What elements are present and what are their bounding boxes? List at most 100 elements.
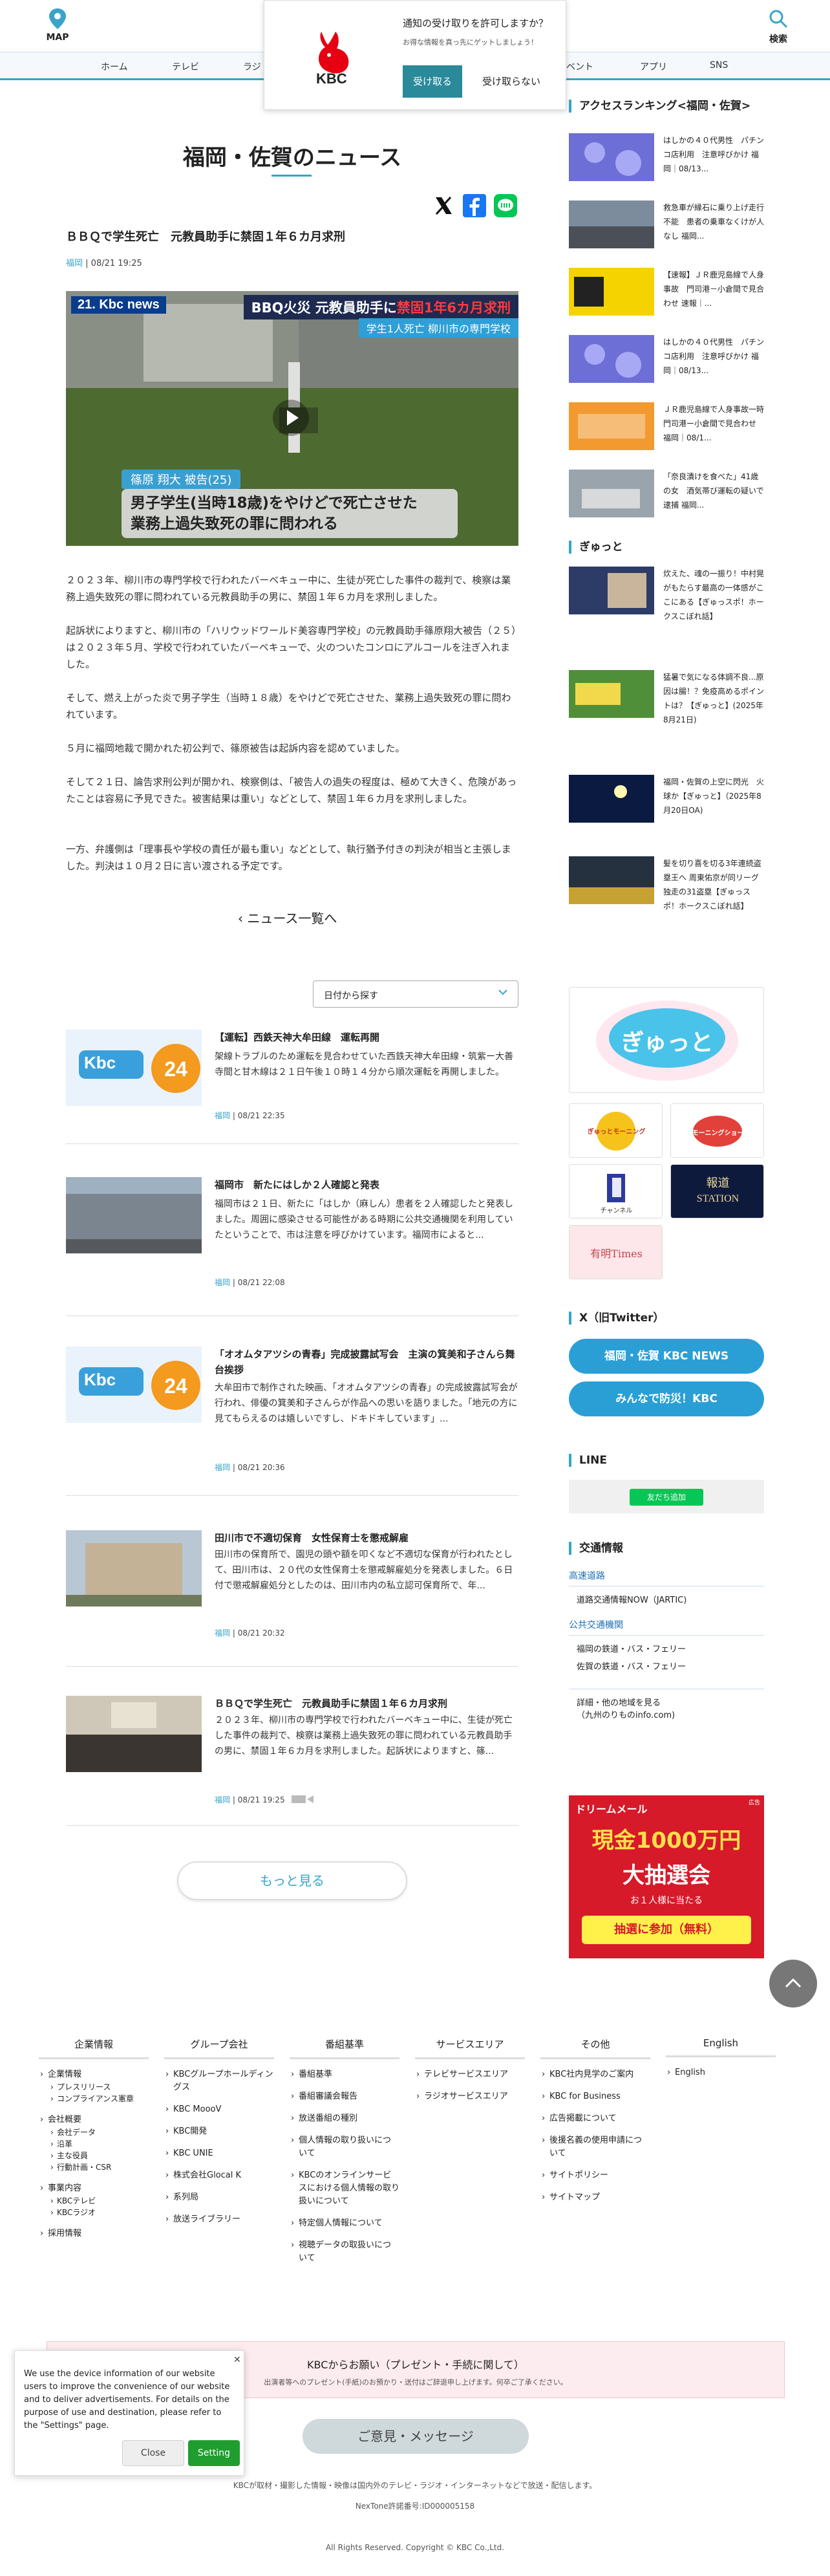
station-banner[interactable]: 報道 STATION <box>670 1164 764 1218</box>
article-paragraph: ５月に福岡地裁で開かれた初公判で、篠原被告は起訴内容を認めていました。 <box>66 742 405 754</box>
footer-sublink[interactable]: 沿革 <box>39 2138 149 2150</box>
line-add-friend-button[interactable]: 友だち追加 <box>630 1489 703 1506</box>
copyright: All Rights Reserved. Copyright © KBC Co.… <box>325 2543 505 2552</box>
news-category[interactable]: 福岡 <box>215 1795 230 1804</box>
traffic-other-link[interactable]: 詳細・他の地域を見る （九州のりものinfo.com) <box>569 1689 764 1720</box>
notify-deny-button[interactable]: 受け取らない <box>473 65 550 98</box>
cookie-setting-button[interactable]: Setting <box>188 2440 240 2466</box>
nav-app[interactable]: アプリ <box>640 60 667 73</box>
gyutto-item[interactable]: 福岡・佐賀の上空に閃光 火球か【ぎゅっと】（2025年8月20日OA) <box>569 775 764 829</box>
traffic-highway-link[interactable]: 道路交通情報NOW（JARTIC) <box>569 1593 764 1605</box>
nav-home[interactable]: ホーム <box>101 60 128 73</box>
ranking-item[interactable]: 「奈良漬けを食べた」41歳の女 酒気帯び運転の疑いで逮捕 福岡... <box>569 470 764 524</box>
footer-sublink[interactable]: 会社データ <box>39 2127 149 2138</box>
line-share-icon[interactable] <box>494 194 517 217</box>
footer-link[interactable]: KBC for Business <box>540 2090 650 2103</box>
ranking-item[interactable]: 【速報】ＪＲ鹿児島線で人身事故 門司港－小倉間で見合わせ 速報｜... <box>569 268 764 322</box>
gyutto-item[interactable]: 猛暑で気になる体調不良...原因は腸！？免疫高めるポイントは？【ぎゅっと】(20… <box>569 670 764 724</box>
close-icon[interactable]: ✕ <box>233 2355 241 2365</box>
footer-sublink[interactable]: コンプライアンス憲章 <box>39 2093 149 2105</box>
traffic-public-link[interactable]: 佐賀の鉄道・バス・フェリー <box>569 1660 764 1672</box>
ranking-item[interactable]: ＪＲ鹿児島線で人身事故一時 門司港ー小倉間で見合わせ 福岡｜08/1... <box>569 402 772 457</box>
footer-link[interactable]: 採用情報 <box>39 2227 149 2240</box>
lottery-ad-banner[interactable]: ドリームメール 現金1000万円 大抽選会 お１人様に当たる 抽選に参加（無料）… <box>569 1795 764 1958</box>
nav-event[interactable]: ベント <box>566 60 593 73</box>
ranking-item[interactable]: はしかの４０代男性 パチンコ店利用 注意呼びかけ 福岡｜08/13... <box>569 335 764 389</box>
footer-link[interactable]: 視聴データの取扱いについて <box>290 2239 399 2265</box>
footer-link[interactable]: KBCグループホールディングス <box>164 2068 274 2094</box>
nav-radio[interactable]: ラジ <box>243 60 261 73</box>
footer-link[interactable]: 株式会社Glocal K <box>164 2169 274 2182</box>
morning-show-banner[interactable]: モーニングショー <box>670 1103 764 1158</box>
footer-link[interactable]: 企業情報 <box>39 2068 149 2081</box>
footer-link[interactable]: KBC UNIE <box>164 2147 274 2160</box>
nav-tv[interactable]: テレビ <box>172 60 199 73</box>
news-datetime: 08/21 20:36 <box>237 1463 285 1472</box>
article-category[interactable]: 福岡 <box>66 259 83 268</box>
ranking-item[interactable]: はしかの４０代男性 パチンコ店利用 注意呼びかけ 福岡｜08/13... <box>569 133 764 188</box>
ranking-text: 【速報】ＪＲ鹿児島線で人身事故 門司港－小倉間で見合わせ 速報｜... <box>663 270 765 308</box>
article-hero-image[interactable]: 21. Kbc news BBQ火災 元教員助手に禁固1年6カ月求刑 学生1人死… <box>66 291 518 546</box>
news-title[interactable]: 田川市で不適切保育 女性保育士を懲戒解雇 <box>215 1530 518 1546</box>
scroll-top-button[interactable] <box>769 1960 817 2008</box>
news-title[interactable]: 【運転】西鉄天神大牟田線 運転再開 <box>215 1030 518 1045</box>
footer-link[interactable]: テレビサービスエリア <box>415 2068 525 2081</box>
notify-accept-button[interactable]: 受け取る <box>403 65 462 98</box>
x-kbc-news-button[interactable]: 福岡・佐賀 KBC NEWS <box>569 1339 764 1374</box>
more-button[interactable]: もっと見る <box>177 1861 407 1900</box>
footer-link[interactable]: KBC社内見学のご案内 <box>540 2068 650 2081</box>
map-button[interactable]: MAP <box>39 4 76 48</box>
gyutto-item[interactable]: 髪を切り喜を切る3年連続盗塁王へ 周東佑京が同リーグ独走の31盗塁【ぎゅっスポ！… <box>569 856 764 911</box>
footer-link[interactable]: 特定個人情報について <box>290 2217 399 2230</box>
footer-link[interactable]: KBC MoooV <box>164 2103 274 2116</box>
nav-sns[interactable]: SNS <box>710 60 728 70</box>
footer-sublink[interactable]: 行動計画・CSR <box>39 2161 149 2173</box>
station-banner-line1: 報道 <box>706 1176 730 1190</box>
footer-link[interactable]: サイトマップ <box>540 2191 650 2204</box>
footer-link[interactable]: サイトポリシー <box>540 2169 650 2182</box>
news-title[interactable]: 「オオムタアツシの青春」完成披露試写会 主演の箕美和子さんら舞台挨拶 <box>215 1347 518 1378</box>
footer-link[interactable]: KBCのオンラインサービスにおける個人情報の取り扱いについて <box>290 2169 399 2208</box>
footer-link[interactable]: 個人情報の取り扱いについて <box>290 2134 399 2160</box>
footer-link[interactable]: 広告掲載について <box>540 2112 650 2125</box>
facebook-share-icon[interactable] <box>463 194 486 217</box>
gyutto-item[interactable]: 炊えた、魂の一振り！中村晃がもたらす最高の一体感がここにある【ぎゅっスポ！ホーク… <box>569 567 764 621</box>
news-category[interactable]: 福岡 <box>215 1278 230 1287</box>
news-category[interactable]: 福岡 <box>215 1463 230 1472</box>
footer-link[interactable]: 放送ライブラリー <box>164 2213 274 2226</box>
footer-link[interactable]: 事業内容 <box>39 2182 149 2195</box>
news-category[interactable]: 福岡 <box>215 1111 230 1120</box>
feedback-button[interactable]: ご意見・メッセージ <box>303 2419 529 2454</box>
news-category[interactable]: 福岡 <box>215 1629 230 1638</box>
footer-link[interactable]: 番組審議会報告 <box>290 2090 399 2103</box>
hero-caption: 男子学生(当時18歳)をやけどで死亡させた 業務上過失致死の罪に問われる <box>122 489 458 538</box>
gyutto-logo-banner[interactable]: ぎゅっと <box>569 987 764 1093</box>
news-title[interactable]: ＢＢＱで学生死亡 元教員助手に禁固１年６カ月求刑 <box>215 1696 518 1711</box>
footer-link[interactable]: 番組基準 <box>290 2068 399 2081</box>
traffic-public-link[interactable]: 福岡の鉄道・バス・フェリー <box>569 1642 764 1654</box>
footer-link[interactable]: 会社概要 <box>39 2114 149 2127</box>
x-share-icon[interactable] <box>432 194 455 217</box>
play-icon[interactable] <box>271 398 310 437</box>
footer-sublink[interactable]: プレスリリース <box>39 2081 149 2093</box>
footer-link[interactable]: 系列局 <box>164 2191 274 2204</box>
footer-sublink[interactable]: 主な役員 <box>39 2150 149 2161</box>
footer-link[interactable]: English <box>666 2066 776 2079</box>
news-list-back-link[interactable]: ‹ ニュース一覧へ <box>238 908 337 927</box>
footer-sublink[interactable]: KBCラジオ <box>39 2207 149 2218</box>
date-select[interactable]: 日付から探す <box>313 980 518 1008</box>
channel-banner[interactable]: チャンネル <box>569 1164 663 1218</box>
news-title[interactable]: 福岡市 新たにはしか２人確認と発表 <box>215 1177 518 1193</box>
ad-cta[interactable]: 抽選に参加（無料） <box>582 1916 751 1944</box>
footer-link[interactable]: KBC開発 <box>164 2125 274 2138</box>
cookie-close-button[interactable]: Close <box>122 2440 184 2466</box>
morning-banner[interactable]: ぎゅっとモーニング <box>569 1103 663 1158</box>
ranking-item[interactable]: 救急車が縁石に乗り上げ走行不能 患者の乗車なくけが人なし 福岡... <box>569 200 764 255</box>
search-button[interactable]: 検索 <box>759 4 798 48</box>
ariake-times-banner[interactable]: 有明Times <box>569 1225 663 1279</box>
x-bousai-button[interactable]: みんなで防災！KBC <box>569 1381 764 1416</box>
footer-link[interactable]: 後援名義の使用申請について <box>540 2134 650 2160</box>
footer-link[interactable]: 放送番組の種別 <box>290 2112 399 2125</box>
footer-link[interactable]: ラジオサービスエリア <box>415 2090 525 2103</box>
footer-sublink[interactable]: KBCテレビ <box>39 2195 149 2207</box>
